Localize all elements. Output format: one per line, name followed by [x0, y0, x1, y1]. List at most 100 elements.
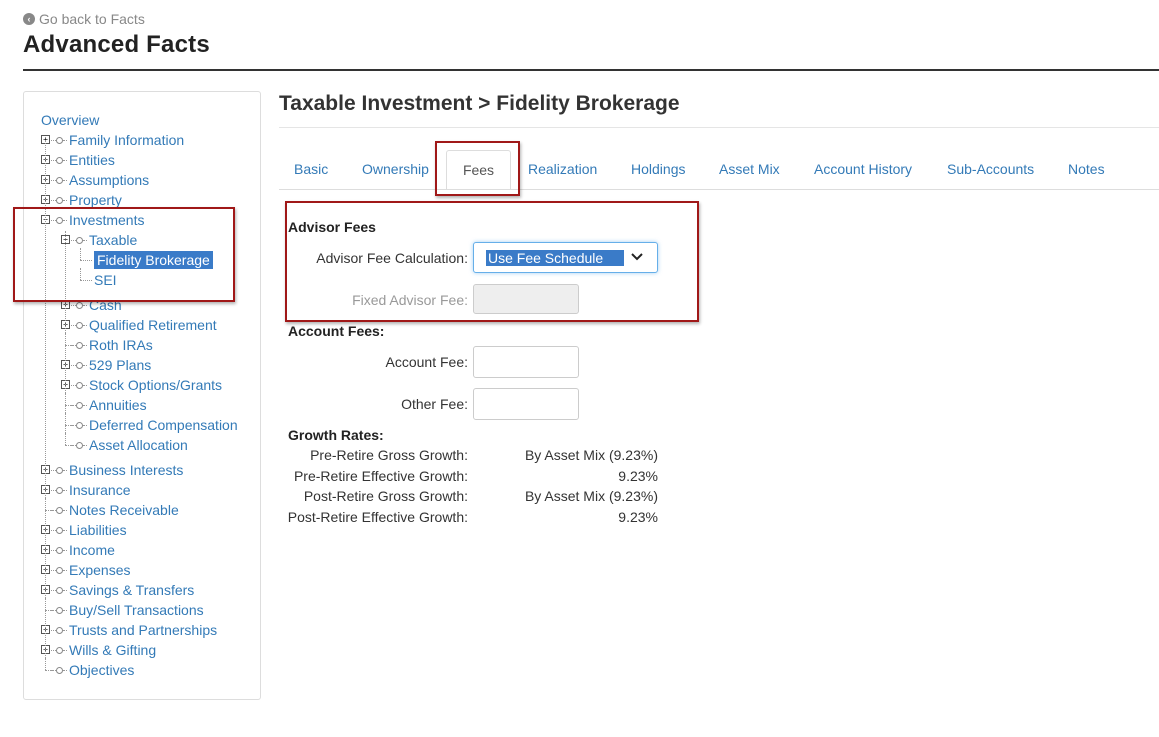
node-circle-icon [76, 342, 83, 349]
tree-connector-line [63, 630, 67, 631]
tree-connector-line [63, 550, 67, 551]
tree-connector-line [83, 405, 87, 406]
tree-connector-line [63, 470, 67, 471]
tree-item-wills-gifting[interactable]: Wills & Gifting [69, 640, 156, 660]
tab-asset-mix[interactable]: Asset Mix [719, 153, 780, 189]
node-circle-icon [56, 157, 63, 164]
tree-item-notes-receivable[interactable]: Notes Receivable [69, 500, 179, 520]
tree-connector-line [63, 180, 67, 181]
tree-item-income[interactable]: Income [69, 540, 115, 560]
arrow-left-circle-icon: ‹ [23, 13, 35, 25]
node-circle-icon [76, 382, 83, 389]
facts-tree: Overview + Family Information + Entities + Ass… [24, 92, 260, 699]
tab-basic[interactable]: Basic [294, 153, 328, 189]
tree-connector-line [63, 670, 67, 671]
node-circle-icon [56, 547, 63, 554]
tab-holdings[interactable]: Holdings [631, 153, 685, 189]
tree-item-insurance[interactable]: Insurance [69, 480, 130, 500]
tree-item-family-information[interactable]: Family Information [69, 130, 184, 150]
tree-item-entities[interactable]: Entities [69, 150, 115, 170]
tree-connector-line [63, 590, 67, 591]
tree-connector-line [63, 530, 67, 531]
pre-retire-effective-growth-label: Pre-Retire Effective Growth: [293, 468, 468, 484]
post-retire-effective-growth-value: 9.23% [618, 509, 658, 525]
tree-connector-line [83, 325, 87, 326]
node-circle-icon [56, 467, 63, 474]
node-circle-icon [56, 627, 63, 634]
tree-connector-line [63, 650, 67, 651]
fees-tab-highlight-box [435, 141, 520, 196]
other-fee-label: Other Fee: [401, 396, 468, 412]
tree-item-liabilities[interactable]: Liabilities [69, 520, 127, 540]
pre-retire-effective-growth-value: 9.23% [618, 468, 658, 484]
tree-connector-line [63, 140, 67, 141]
tree-connector-line [63, 610, 67, 611]
node-circle-icon [56, 137, 63, 144]
pre-retire-gross-growth-label: Pre-Retire Gross Growth: [310, 447, 468, 463]
node-circle-icon [56, 567, 63, 574]
tab-notes[interactable]: Notes [1068, 153, 1105, 189]
tree-item-expenses[interactable]: Expenses [69, 560, 130, 580]
tree-connector-line [63, 570, 67, 571]
node-circle-icon [56, 587, 63, 594]
tree-item-529-plans[interactable]: 529 Plans [89, 355, 151, 375]
other-fee-input[interactable] [473, 388, 579, 420]
back-link-label: Go back to Facts [39, 11, 145, 27]
node-circle-icon [56, 507, 63, 514]
account-fees-heading: Account Fees: [288, 323, 385, 339]
tree-connector-line [63, 490, 67, 491]
tree-connector-line [83, 425, 87, 426]
tree-connector-line [83, 305, 87, 306]
tree-item-annuities[interactable]: Annuities [89, 395, 147, 415]
node-circle-icon [76, 322, 83, 329]
tree-item-deferred-compensation[interactable]: Deferred Compensation [89, 415, 238, 435]
tree-connector-line [63, 510, 67, 511]
growth-rates-heading: Growth Rates: [288, 427, 384, 443]
section-title: Taxable Investment > Fidelity Brokerage [279, 92, 680, 115]
post-retire-gross-growth-value: By Asset Mix (9.23%) [524, 488, 658, 504]
back-to-facts-link[interactable]: ‹ Go back to Facts [23, 11, 145, 27]
tree-item-asset-allocation[interactable]: Asset Allocation [89, 435, 188, 455]
account-fee-input[interactable] [473, 346, 579, 378]
tree-item-overview[interactable]: Overview [41, 110, 99, 130]
tab-ownership[interactable]: Ownership [362, 153, 429, 189]
tree-item-assumptions[interactable]: Assumptions [69, 170, 149, 190]
tree-connector-line [83, 345, 87, 346]
node-circle-icon [56, 667, 63, 674]
title-divider [279, 127, 1159, 128]
page-title: Advanced Facts [23, 31, 210, 58]
post-retire-gross-growth-label: Post-Retire Gross Growth: [303, 488, 468, 504]
node-circle-icon [56, 607, 63, 614]
tab-realization[interactable]: Realization [528, 153, 597, 189]
tree-connector-line [63, 200, 67, 201]
tree-item-qualified-retirement[interactable]: Qualified Retirement [89, 315, 217, 335]
tree-item-objectives[interactable]: Objectives [69, 660, 134, 680]
post-retire-effective-growth-label: Post-Retire Effective Growth: [287, 509, 468, 525]
tree-item-business-interests[interactable]: Business Interests [69, 460, 183, 480]
node-circle-icon [76, 422, 83, 429]
node-circle-icon [56, 487, 63, 494]
tree-connector-line [63, 160, 67, 161]
tree-item-buy-sell-transactions[interactable]: Buy/Sell Transactions [69, 600, 204, 620]
tree-item-stock-options-grants[interactable]: Stock Options/Grants [89, 375, 222, 395]
node-circle-icon [56, 647, 63, 654]
header-divider [23, 69, 1159, 71]
tree-item-roth-iras[interactable]: Roth IRAs [89, 335, 153, 355]
pre-retire-gross-growth-value: By Asset Mix (9.23%) [524, 447, 658, 463]
tab-sub-accounts[interactable]: Sub-Accounts [947, 153, 1034, 189]
tree-item-savings-transfers[interactable]: Savings & Transfers [69, 580, 194, 600]
tree-connector-line [83, 385, 87, 386]
node-circle-icon [56, 527, 63, 534]
tree-item-trusts-and-partnerships[interactable]: Trusts and Partnerships [69, 620, 217, 640]
tree-connector-line [83, 445, 87, 446]
node-circle-icon [76, 362, 83, 369]
tabs-divider [279, 189, 1159, 190]
tab-account-history[interactable]: Account History [814, 153, 912, 189]
sidebar-highlight-box [13, 207, 235, 302]
node-circle-icon [76, 442, 83, 449]
node-circle-icon [56, 197, 63, 204]
account-fee-label: Account Fee: [385, 354, 469, 370]
node-circle-icon [76, 302, 83, 309]
advisor-fees-highlight-box [285, 201, 699, 322]
node-circle-icon [76, 402, 83, 409]
